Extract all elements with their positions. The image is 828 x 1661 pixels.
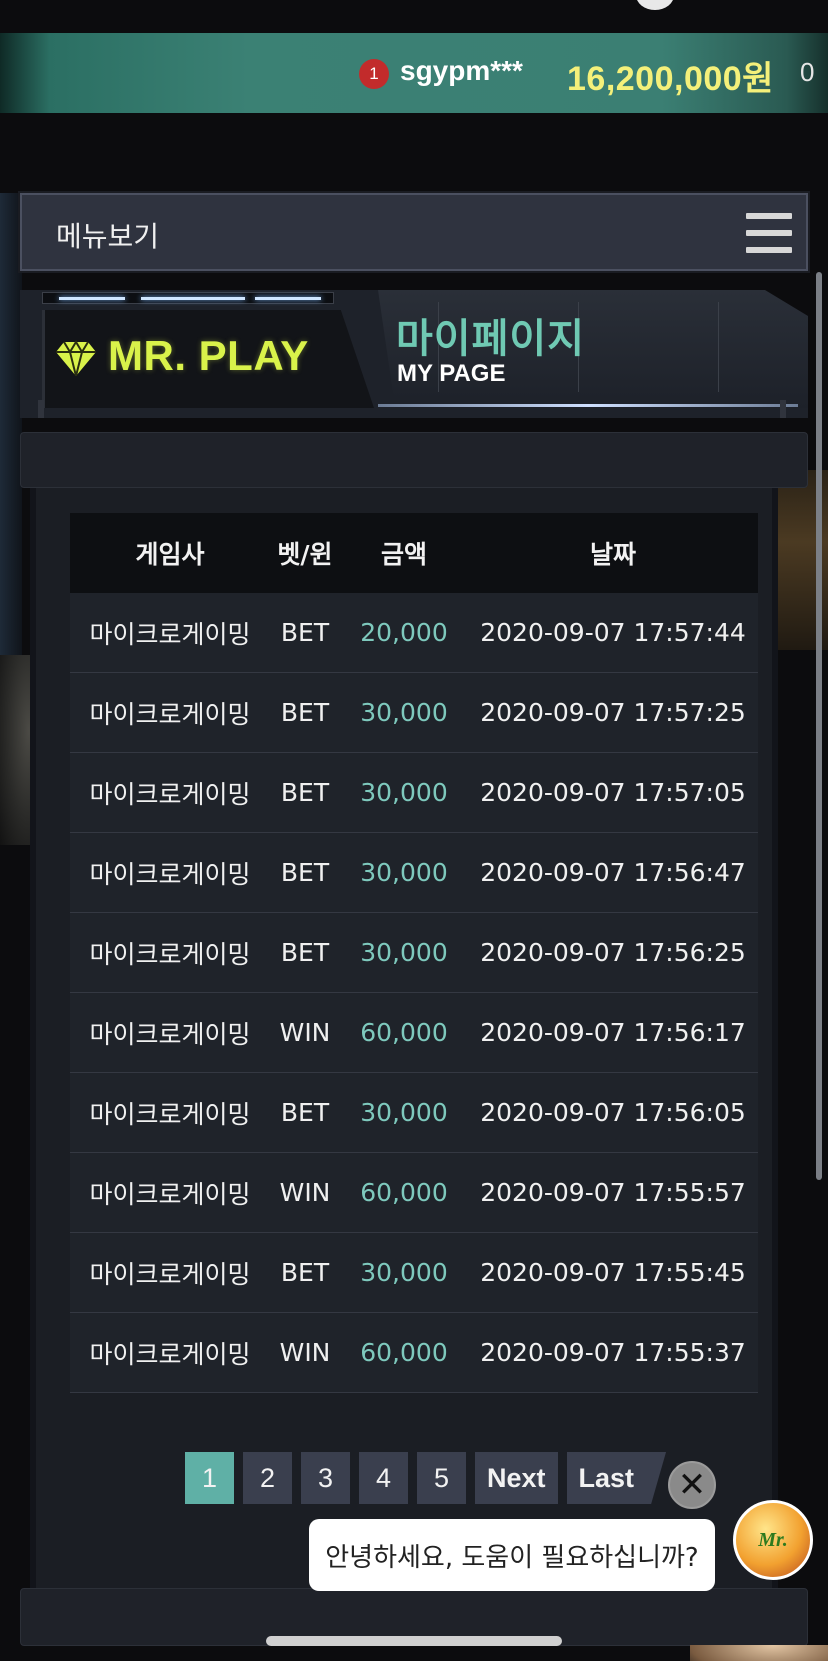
table-row: 마이크로게이밍 BET 30,000 2020-09-07 17:57:05 <box>70 753 758 833</box>
cell-type: WIN <box>279 1178 331 1207</box>
cell-type: BET <box>280 778 330 807</box>
ticker-username: sgypm*** <box>400 55 523 86</box>
diamond-icon <box>56 340 96 376</box>
cell-date: 2020-09-07 17:56:17 <box>480 1018 746 1047</box>
cell-date: 2020-09-07 17:56:25 <box>480 938 746 967</box>
chat-avatar-logo: Mr. <box>758 1528 788 1551</box>
cell-type: BET <box>280 618 330 647</box>
table-row: 마이크로게이밍 WIN 60,000 2020-09-07 17:56:17 <box>70 993 758 1073</box>
cell-amount: 60,000 <box>360 1178 448 1207</box>
cell-type: BET <box>280 938 330 967</box>
table-row: 마이크로게이밍 BET 30,000 2020-09-07 17:57:25 <box>70 673 758 753</box>
header-glow-line <box>378 404 798 407</box>
table-row: 마이크로게이밍 BET 30,000 2020-09-07 17:56:47 <box>70 833 758 913</box>
ticker-amount: 16,200,000원 <box>567 60 774 98</box>
status-bar-indicator <box>636 0 674 10</box>
column-header-date: 날짜 <box>589 540 636 569</box>
cell-provider: 마이크로게이밍 <box>89 779 251 809</box>
page-subtitle: MY PAGE <box>397 360 506 387</box>
page-button-1[interactable]: 1 <box>185 1452 234 1504</box>
cell-provider: 마이크로게이밍 <box>89 619 251 649</box>
rank-badge: 1 <box>359 59 389 89</box>
header-decoration <box>42 292 334 304</box>
background-decoration <box>690 1645 828 1661</box>
table-row: 마이크로게이밍 WIN 60,000 2020-09-07 17:55:37 <box>70 1313 758 1393</box>
cell-date: 2020-09-07 17:55:45 <box>480 1258 746 1287</box>
cell-amount: 20,000 <box>360 618 448 647</box>
cell-date: 2020-09-07 17:56:47 <box>480 858 746 887</box>
page-button-4[interactable]: 4 <box>359 1452 408 1504</box>
cell-type: BET <box>280 698 330 727</box>
page-title: 마이페이지 <box>396 316 585 362</box>
cell-provider: 마이크로게이밍 <box>89 859 251 889</box>
cell-amount: 30,000 <box>360 1098 448 1127</box>
cell-date: 2020-09-07 17:55:37 <box>480 1338 746 1367</box>
last-page-button[interactable]: Last <box>566 1452 667 1504</box>
pagination: 1 2 3 4 5 Next Last <box>185 1452 667 1504</box>
cell-type: BET <box>280 858 330 887</box>
cell-provider: 마이크로게이밍 <box>89 1339 251 1369</box>
cell-amount: 30,000 <box>360 938 448 967</box>
table-row: 마이크로게이밍 WIN 60,000 2020-09-07 17:55:57 <box>70 1153 758 1233</box>
close-icon[interactable]: ✕ <box>668 1461 716 1509</box>
page-header: MR. PLAY 마이페이지 MY PAGE <box>20 282 808 420</box>
cell-type: BET <box>280 1098 330 1127</box>
home-indicator[interactable] <box>266 1636 562 1646</box>
cell-amount: 30,000 <box>360 778 448 807</box>
hamburger-icon[interactable] <box>746 213 792 253</box>
table-row: 마이크로게이밍 BET 20,000 2020-09-07 17:57:44 <box>70 593 758 673</box>
cell-provider: 마이크로게이밍 <box>89 1019 251 1049</box>
table-row: 마이크로게이밍 BET 30,000 2020-09-07 17:55:45 <box>70 1233 758 1313</box>
cell-provider: 마이크로게이밍 <box>89 699 251 729</box>
cell-amount: 30,000 <box>360 698 448 727</box>
page-button-3[interactable]: 3 <box>301 1452 350 1504</box>
chat-greeting-bubble[interactable]: 안녕하세요, 도움이 필요하십니까? <box>309 1519 715 1591</box>
ticker-next-entry: 0 <box>800 57 815 87</box>
cell-date: 2020-09-07 17:55:57 <box>480 1178 746 1207</box>
page-button-5[interactable]: 5 <box>417 1452 466 1504</box>
cell-provider: 마이크로게이밍 <box>89 1099 251 1129</box>
cell-amount: 60,000 <box>360 1018 448 1047</box>
cell-date: 2020-09-07 17:57:44 <box>480 618 746 647</box>
winner-ticker: 1 sgypm*** 16,200,000원 0 <box>0 33 828 113</box>
table-row: 마이크로게이밍 BET 30,000 2020-09-07 17:56:05 <box>70 1073 758 1153</box>
cell-amount: 30,000 <box>360 858 448 887</box>
cell-provider: 마이크로게이밍 <box>89 939 251 969</box>
brand-logo-text: MR. PLAY <box>108 332 309 379</box>
column-header-amount: 금액 <box>380 540 427 569</box>
cell-date: 2020-09-07 17:57:25 <box>480 698 746 727</box>
column-header-type: 벳/윈 <box>277 540 333 569</box>
cell-date: 2020-09-07 17:57:05 <box>480 778 746 807</box>
table-header: 게임사 벳/윈 금액 날짜 <box>70 513 758 593</box>
cell-provider: 마이크로게이밍 <box>89 1259 251 1289</box>
cell-date: 2020-09-07 17:56:05 <box>480 1098 746 1127</box>
table-row: 마이크로게이밍 BET 30,000 2020-09-07 17:56:25 <box>70 913 758 993</box>
page-button-2[interactable]: 2 <box>243 1452 292 1504</box>
cell-type: WIN <box>279 1018 331 1047</box>
column-header-provider: 게임사 <box>135 540 205 569</box>
bet-history-table: 게임사 벳/윈 금액 날짜 마이크로게이밍 BET 20,000 2020-09… <box>70 513 758 1393</box>
next-page-button[interactable]: Next <box>475 1452 558 1504</box>
cell-type: WIN <box>279 1338 331 1367</box>
content-frame-top <box>20 432 808 488</box>
menu-label[interactable]: 메뉴보기 <box>56 215 159 255</box>
menu-bar[interactable]: 메뉴보기 <box>20 193 808 271</box>
cell-provider: 마이크로게이밍 <box>89 1179 251 1209</box>
chat-avatar[interactable]: Mr. <box>733 1500 813 1580</box>
cell-amount: 60,000 <box>360 1338 448 1367</box>
cell-amount: 30,000 <box>360 1258 448 1287</box>
scrollbar[interactable] <box>816 272 822 1180</box>
cell-type: BET <box>280 1258 330 1287</box>
